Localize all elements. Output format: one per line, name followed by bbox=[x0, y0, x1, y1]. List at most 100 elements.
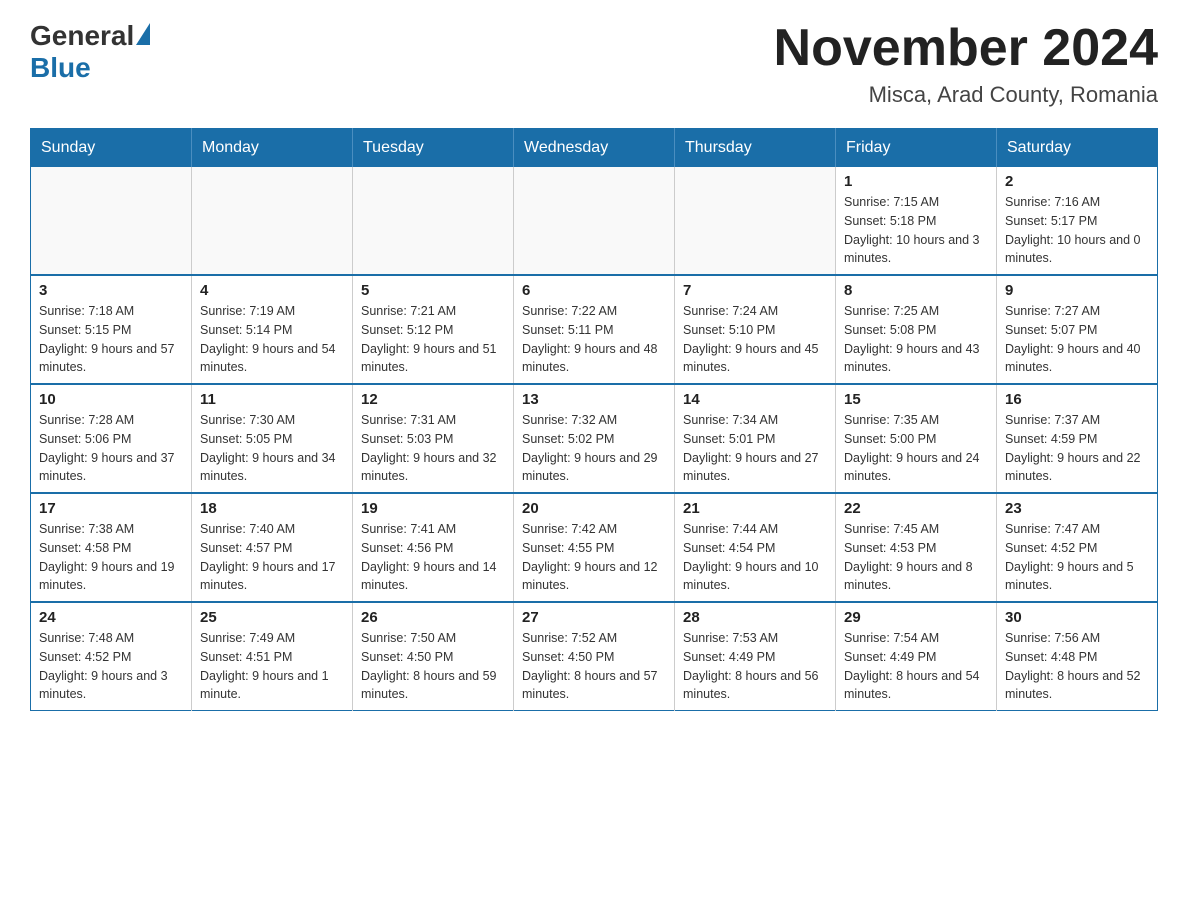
calendar-cell: 5 Sunrise: 7:21 AMSunset: 5:12 PMDaylight… bbox=[353, 275, 514, 384]
calendar-cell: 9 Sunrise: 7:27 AMSunset: 5:07 PMDaylight… bbox=[997, 275, 1158, 384]
day-header-wednesday: Wednesday bbox=[514, 129, 675, 168]
calendar-cell: 23Sunrise: 7:47 AMSunset: 4:52 PMDayligh… bbox=[997, 493, 1158, 602]
day-info: Sunrise: 7:56 AMSunset: 4:48 PMDaylight:… bbox=[1005, 629, 1149, 704]
day-number: 27 bbox=[522, 609, 666, 626]
day-number: 18 bbox=[200, 500, 344, 517]
day-number: 3 bbox=[39, 282, 183, 299]
calendar-cell: 18 Sunrise: 7:40 AMSunset: 4:57 PMDayligh… bbox=[192, 493, 353, 602]
day-number: 8 bbox=[844, 282, 988, 299]
calendar-cell: 10 Sunrise: 7:28 AMSunset: 5:06 PMDayligh… bbox=[31, 384, 192, 493]
calendar-cell bbox=[353, 167, 514, 275]
day-number: 19 bbox=[361, 500, 505, 517]
calendar-cell: 11 Sunrise: 7:30 AMSunset: 5:05 PMDayligh… bbox=[192, 384, 353, 493]
day-number: 30 bbox=[1005, 609, 1149, 626]
day-number: 28 bbox=[683, 609, 827, 626]
logo-triangle-icon bbox=[136, 23, 150, 45]
day-info: Sunrise: 7:37 AMSunset: 4:59 PMDaylight:… bbox=[1005, 411, 1149, 486]
calendar-cell: 1Sunrise: 7:15 AMSunset: 5:18 PMDaylight… bbox=[836, 167, 997, 275]
day-info: Sunrise: 7:41 AMSunset: 4:56 PMDaylight:… bbox=[361, 520, 505, 595]
day-info: Sunrise: 7:42 AMSunset: 4:55 PMDaylight:… bbox=[522, 520, 666, 595]
day-number: 5 bbox=[361, 282, 505, 299]
day-number: 16 bbox=[1005, 391, 1149, 408]
day-number: 2 bbox=[1005, 173, 1149, 190]
day-info: Sunrise: 7:34 AMSunset: 5:01 PMDaylight:… bbox=[683, 411, 827, 486]
day-info: Sunrise: 7:50 AMSunset: 4:50 PMDaylight:… bbox=[361, 629, 505, 704]
calendar-cell: 21Sunrise: 7:44 AMSunset: 4:54 PMDayligh… bbox=[675, 493, 836, 602]
day-header-monday: Monday bbox=[192, 129, 353, 168]
day-info: Sunrise: 7:27 AMSunset: 5:07 PMDaylight:… bbox=[1005, 302, 1149, 377]
calendar-cell: 12Sunrise: 7:31 AMSunset: 5:03 PMDayligh… bbox=[353, 384, 514, 493]
day-info: Sunrise: 7:28 AMSunset: 5:06 PMDaylight:… bbox=[39, 411, 183, 486]
day-number: 10 bbox=[39, 391, 183, 408]
day-info: Sunrise: 7:49 AMSunset: 4:51 PMDaylight:… bbox=[200, 629, 344, 704]
calendar-table: SundayMondayTuesdayWednesdayThursdayFrid… bbox=[30, 128, 1158, 711]
day-number: 11 bbox=[200, 391, 344, 408]
calendar-cell: 15Sunrise: 7:35 AMSunset: 5:00 PMDayligh… bbox=[836, 384, 997, 493]
calendar-body: 1Sunrise: 7:15 AMSunset: 5:18 PMDaylight… bbox=[31, 167, 1158, 711]
calendar-cell: 22 Sunrise: 7:45 AMSunset: 4:53 PMDayligh… bbox=[836, 493, 997, 602]
day-number: 17 bbox=[39, 500, 183, 517]
day-info: Sunrise: 7:52 AMSunset: 4:50 PMDaylight:… bbox=[522, 629, 666, 704]
day-info: Sunrise: 7:47 AMSunset: 4:52 PMDaylight:… bbox=[1005, 520, 1149, 595]
day-number: 13 bbox=[522, 391, 666, 408]
day-info: Sunrise: 7:53 AMSunset: 4:49 PMDaylight:… bbox=[683, 629, 827, 704]
calendar-cell: 17 Sunrise: 7:38 AMSunset: 4:58 PMDayligh… bbox=[31, 493, 192, 602]
calendar-cell: 8 Sunrise: 7:25 AMSunset: 5:08 PMDaylight… bbox=[836, 275, 997, 384]
day-header-sunday: Sunday bbox=[31, 129, 192, 168]
calendar-cell: 14 Sunrise: 7:34 AMSunset: 5:01 PMDayligh… bbox=[675, 384, 836, 493]
calendar-header-row: SundayMondayTuesdayWednesdayThursdayFrid… bbox=[31, 129, 1158, 168]
day-number: 15 bbox=[844, 391, 988, 408]
calendar-cell: 26 Sunrise: 7:50 AMSunset: 4:50 PMDayligh… bbox=[353, 602, 514, 711]
day-info: Sunrise: 7:32 AMSunset: 5:02 PMDaylight:… bbox=[522, 411, 666, 486]
calendar-cell: 30 Sunrise: 7:56 AMSunset: 4:48 PMDayligh… bbox=[997, 602, 1158, 711]
month-title: November 2024 bbox=[774, 20, 1158, 77]
day-info: Sunrise: 7:31 AMSunset: 5:03 PMDaylight:… bbox=[361, 411, 505, 486]
day-info: Sunrise: 7:16 AMSunset: 5:17 PMDaylight:… bbox=[1005, 193, 1149, 268]
day-header-friday: Friday bbox=[836, 129, 997, 168]
calendar-cell: 24 Sunrise: 7:48 AMSunset: 4:52 PMDayligh… bbox=[31, 602, 192, 711]
logo: General Blue bbox=[30, 20, 150, 84]
calendar-cell: 4 Sunrise: 7:19 AMSunset: 5:14 PMDaylight… bbox=[192, 275, 353, 384]
calendar-week-2: 3 Sunrise: 7:18 AMSunset: 5:15 PMDaylight… bbox=[31, 275, 1158, 384]
day-header-thursday: Thursday bbox=[675, 129, 836, 168]
day-number: 9 bbox=[1005, 282, 1149, 299]
day-info: Sunrise: 7:38 AMSunset: 4:58 PMDaylight:… bbox=[39, 520, 183, 595]
day-number: 20 bbox=[522, 500, 666, 517]
calendar-cell: 3 Sunrise: 7:18 AMSunset: 5:15 PMDaylight… bbox=[31, 275, 192, 384]
day-info: Sunrise: 7:30 AMSunset: 5:05 PMDaylight:… bbox=[200, 411, 344, 486]
day-info: Sunrise: 7:45 AMSunset: 4:53 PMDaylight:… bbox=[844, 520, 988, 595]
day-info: Sunrise: 7:25 AMSunset: 5:08 PMDaylight:… bbox=[844, 302, 988, 377]
day-number: 24 bbox=[39, 609, 183, 626]
day-number: 21 bbox=[683, 500, 827, 517]
day-number: 14 bbox=[683, 391, 827, 408]
day-number: 25 bbox=[200, 609, 344, 626]
day-number: 7 bbox=[683, 282, 827, 299]
calendar-cell bbox=[514, 167, 675, 275]
day-number: 26 bbox=[361, 609, 505, 626]
day-number: 6 bbox=[522, 282, 666, 299]
day-number: 4 bbox=[200, 282, 344, 299]
calendar-cell: 27 Sunrise: 7:52 AMSunset: 4:50 PMDayligh… bbox=[514, 602, 675, 711]
day-info: Sunrise: 7:54 AMSunset: 4:49 PMDaylight:… bbox=[844, 629, 988, 704]
calendar-cell: 25 Sunrise: 7:49 AMSunset: 4:51 PMDayligh… bbox=[192, 602, 353, 711]
calendar-cell: 29Sunrise: 7:54 AMSunset: 4:49 PMDayligh… bbox=[836, 602, 997, 711]
day-info: Sunrise: 7:19 AMSunset: 5:14 PMDaylight:… bbox=[200, 302, 344, 377]
logo-blue-text: Blue bbox=[30, 52, 91, 84]
calendar-cell: 13 Sunrise: 7:32 AMSunset: 5:02 PMDayligh… bbox=[514, 384, 675, 493]
calendar-cell: 28 Sunrise: 7:53 AMSunset: 4:49 PMDayligh… bbox=[675, 602, 836, 711]
day-header-saturday: Saturday bbox=[997, 129, 1158, 168]
day-info: Sunrise: 7:22 AMSunset: 5:11 PMDaylight:… bbox=[522, 302, 666, 377]
calendar-week-3: 10 Sunrise: 7:28 AMSunset: 5:06 PMDayligh… bbox=[31, 384, 1158, 493]
day-info: Sunrise: 7:18 AMSunset: 5:15 PMDaylight:… bbox=[39, 302, 183, 377]
day-info: Sunrise: 7:40 AMSunset: 4:57 PMDaylight:… bbox=[200, 520, 344, 595]
logo-general-text: General bbox=[30, 20, 134, 52]
day-number: 22 bbox=[844, 500, 988, 517]
calendar-week-5: 24 Sunrise: 7:48 AMSunset: 4:52 PMDayligh… bbox=[31, 602, 1158, 711]
day-number: 1 bbox=[844, 173, 988, 190]
calendar-cell: 20 Sunrise: 7:42 AMSunset: 4:55 PMDayligh… bbox=[514, 493, 675, 602]
location-title: Misca, Arad County, Romania bbox=[774, 82, 1158, 108]
day-info: Sunrise: 7:48 AMSunset: 4:52 PMDaylight:… bbox=[39, 629, 183, 704]
day-info: Sunrise: 7:21 AMSunset: 5:12 PMDaylight:… bbox=[361, 302, 505, 377]
calendar-cell: 19 Sunrise: 7:41 AMSunset: 4:56 PMDayligh… bbox=[353, 493, 514, 602]
calendar-week-4: 17 Sunrise: 7:38 AMSunset: 4:58 PMDayligh… bbox=[31, 493, 1158, 602]
